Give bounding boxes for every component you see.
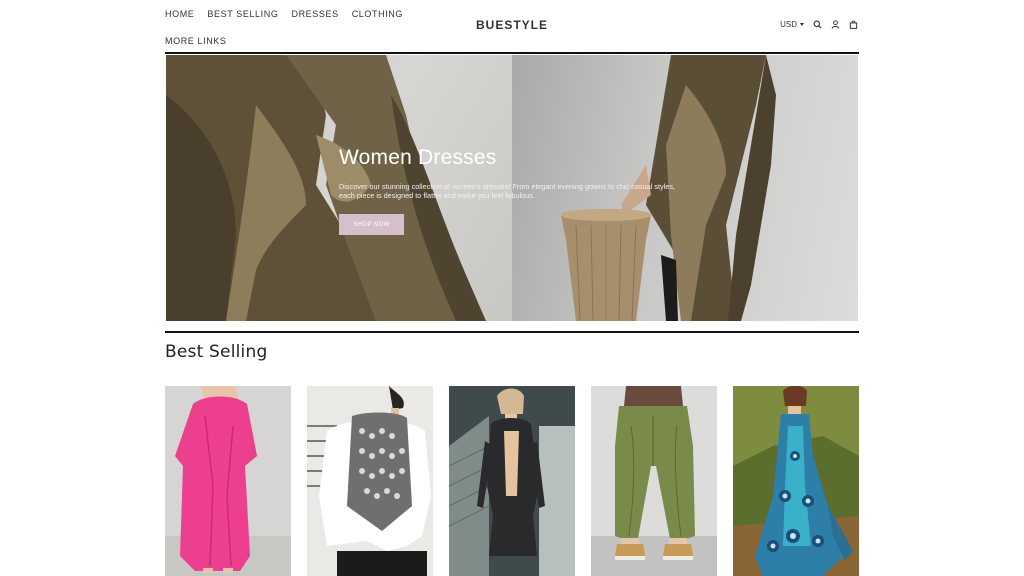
product-card-2[interactable]	[307, 386, 433, 576]
product-card-3[interactable]	[449, 386, 575, 576]
best-selling-title: Best Selling	[165, 342, 268, 362]
header-divider	[165, 52, 859, 54]
shop-now-button[interactable]: SHOP NOW	[339, 214, 404, 235]
product-image-peacock-dress	[733, 386, 859, 576]
hero-banner: Women Dresses Discover our stunning coll…	[166, 55, 858, 321]
brand-logo[interactable]: BUESTYLE	[0, 18, 1024, 32]
search-icon[interactable]	[813, 20, 822, 29]
account-icon[interactable]	[831, 20, 840, 29]
currency-selector[interactable]: USD	[780, 20, 804, 29]
product-grid	[165, 386, 859, 576]
currency-label: USD	[780, 20, 797, 29]
section-divider	[165, 331, 859, 333]
product-image-black-dress	[449, 386, 575, 576]
product-card-1[interactable]	[165, 386, 291, 576]
hero-description: Discover our stunning collection of wome…	[339, 182, 675, 200]
header-tools: USD	[780, 20, 858, 29]
cart-icon[interactable]	[849, 20, 858, 29]
chevron-down-icon	[800, 23, 804, 26]
hero-content: Women Dresses Discover our stunning coll…	[339, 146, 699, 235]
site-header: HOME BEST SELLING DRESSES CLOTHING MORE …	[0, 0, 1024, 54]
product-image-patterned-vest	[307, 386, 433, 576]
product-card-5[interactable]	[733, 386, 859, 576]
nav-more-links[interactable]: MORE LINKS	[165, 36, 227, 46]
product-image-pink-dress	[165, 386, 291, 576]
product-image-olive-pants	[591, 386, 717, 576]
product-card-4[interactable]	[591, 386, 717, 576]
hero-title: Women Dresses	[339, 146, 497, 169]
